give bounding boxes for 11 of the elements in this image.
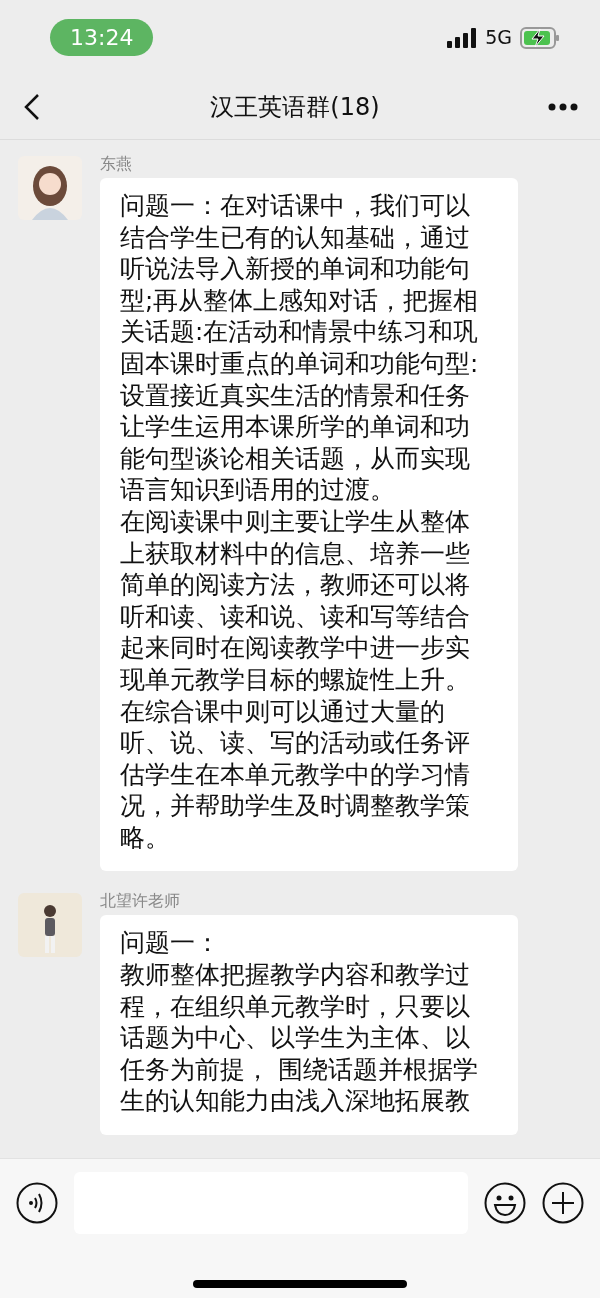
message-text: 问题一：在对话课中，我们可以结合学生已有的认知基础，通过听说法导入新授的单词和功能句型;再从整体上感知对话，把握相关话题:在活动和情景中练习和巩固本课时重点的单词和功能句型:设置接近真实生活的情景和任务让学生运用本课所学的单词和功能句型谈论相关话题，从而实现语言知识到语用的过渡。 [120, 190, 480, 506]
chat-title: 汉王英语群(18) [210, 92, 380, 123]
message-text: 在综合课中则可以通过大量的听、说、读、写的活动或任务评估学生在本单元教学中的学习情况，并帮助学生及时调整教学策略。 [120, 695, 471, 854]
status-time: 13:24 [50, 19, 154, 56]
message-bubble[interactable]: 问题一： 教师整体把握教学内容和教学过程，在组织单元教学时，只要以话题为中心、以学生为主体、以任务为前提， 围绕话题并根据学生的认知能力由浅入深地拓展教 [100, 915, 518, 1136]
network-label: 5G [485, 25, 512, 51]
sender-name: 北望许老师 [100, 893, 181, 910]
sender-name: 东燕 [100, 156, 133, 172]
message-text: 在阅读课中则主要让学生从整体上获取材料中的信息、培养一些简单的阅读方法，教师还可以将听和读、读和说、读和写等结合起来同时在阅读教学中进一步实现单元教学目标的螺旋性上升。 [120, 505, 471, 696]
message-text: 问题一： [120, 927, 221, 960]
message-text: 教师整体把握教学内容和教学过程，在组织单元教学时，只要以话题为中心、以学生为主体、以任务为前提， 围绕话题并根据学生的认知能力由浅入深地拓展教 [120, 959, 479, 1118]
